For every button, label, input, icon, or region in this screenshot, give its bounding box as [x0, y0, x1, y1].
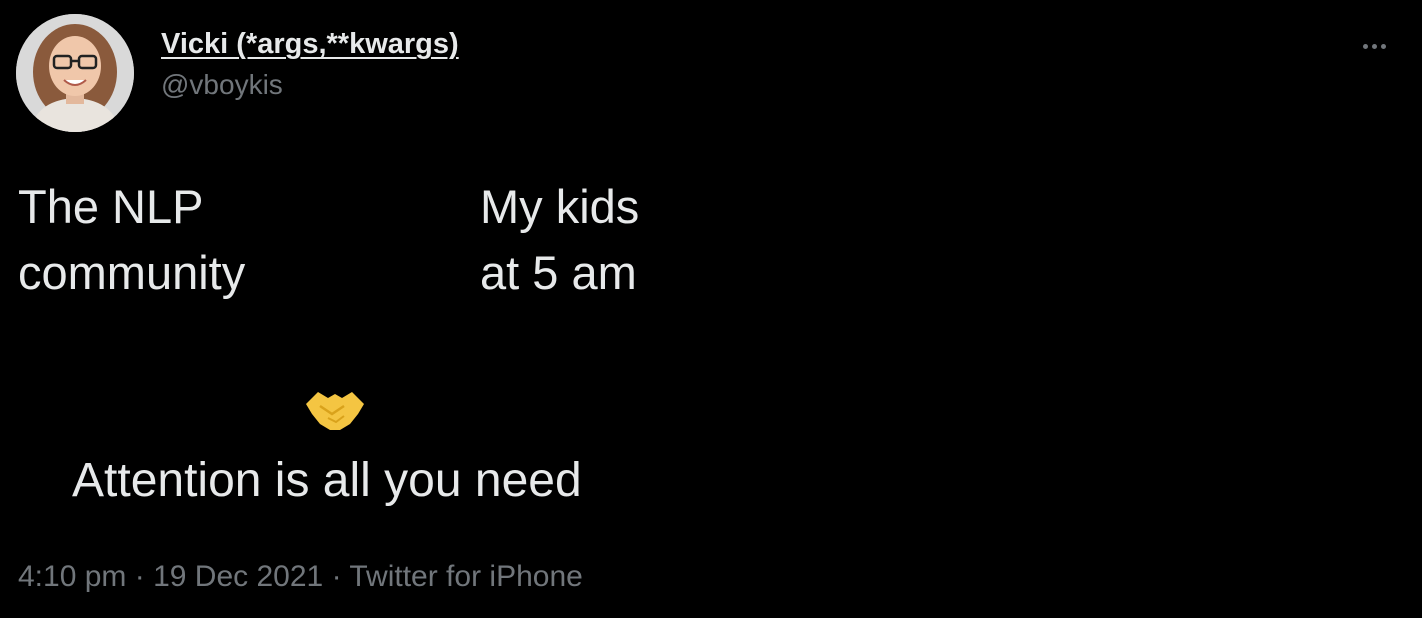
author-info: Vicki (*args,**kwargs) @vboykis — [161, 26, 459, 102]
author-display-name[interactable]: Vicki (*args,**kwargs) — [161, 26, 459, 62]
tweet-source[interactable]: Twitter for iPhone — [349, 560, 582, 593]
more-icon-dot — [1371, 43, 1377, 49]
tweet-date[interactable]: 19 Dec 2021 — [153, 560, 323, 593]
author-handle[interactable]: @vboykis — [161, 68, 459, 102]
meta-separator: · — [331, 560, 342, 593]
meme-right-caption-line: My kids — [480, 180, 640, 233]
more-icon-dot — [1380, 43, 1386, 49]
meme-left-caption-line: The NLP — [18, 180, 204, 233]
tweet-metadata: 4:10 pm · 19 Dec 2021 · Twitter for iPho… — [18, 558, 583, 596]
meme-left-caption-line: community — [18, 246, 246, 299]
handshake-emoji-icon — [306, 392, 364, 430]
more-icon-dot — [1362, 43, 1368, 49]
tweet-time[interactable]: 4:10 pm — [18, 560, 126, 593]
meme-left-caption: The NLP community — [18, 174, 245, 306]
more-options-button[interactable] — [1354, 34, 1394, 58]
meme-right-caption-line: at 5 am — [480, 246, 637, 299]
meta-separator: · — [134, 560, 145, 593]
avatar-image — [16, 14, 134, 132]
meme-bottom-caption: Attention is all you need — [72, 454, 582, 507]
tweet: Vicki (*args,**kwargs) @vboykis The NLP … — [0, 0, 1422, 618]
meme-right-caption: My kids at 5 am — [480, 174, 639, 306]
avatar[interactable] — [16, 14, 134, 132]
